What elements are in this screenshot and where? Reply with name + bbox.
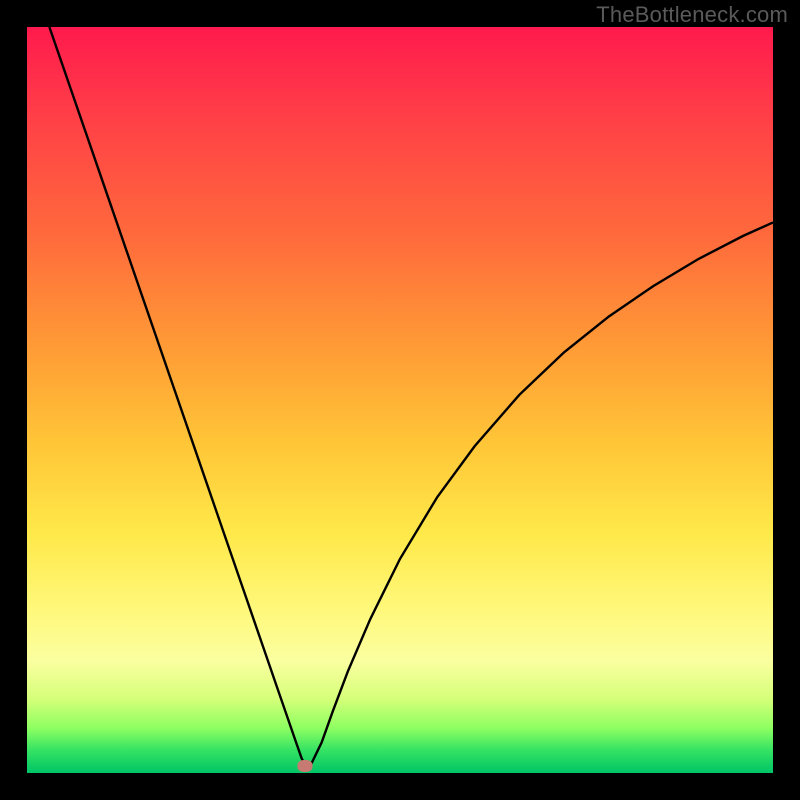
plot-area (27, 27, 773, 773)
chart-frame: TheBottleneck.com (0, 0, 800, 800)
optimum-marker (298, 760, 313, 772)
bottleneck-curve (27, 27, 773, 773)
watermark-text: TheBottleneck.com (596, 2, 788, 28)
